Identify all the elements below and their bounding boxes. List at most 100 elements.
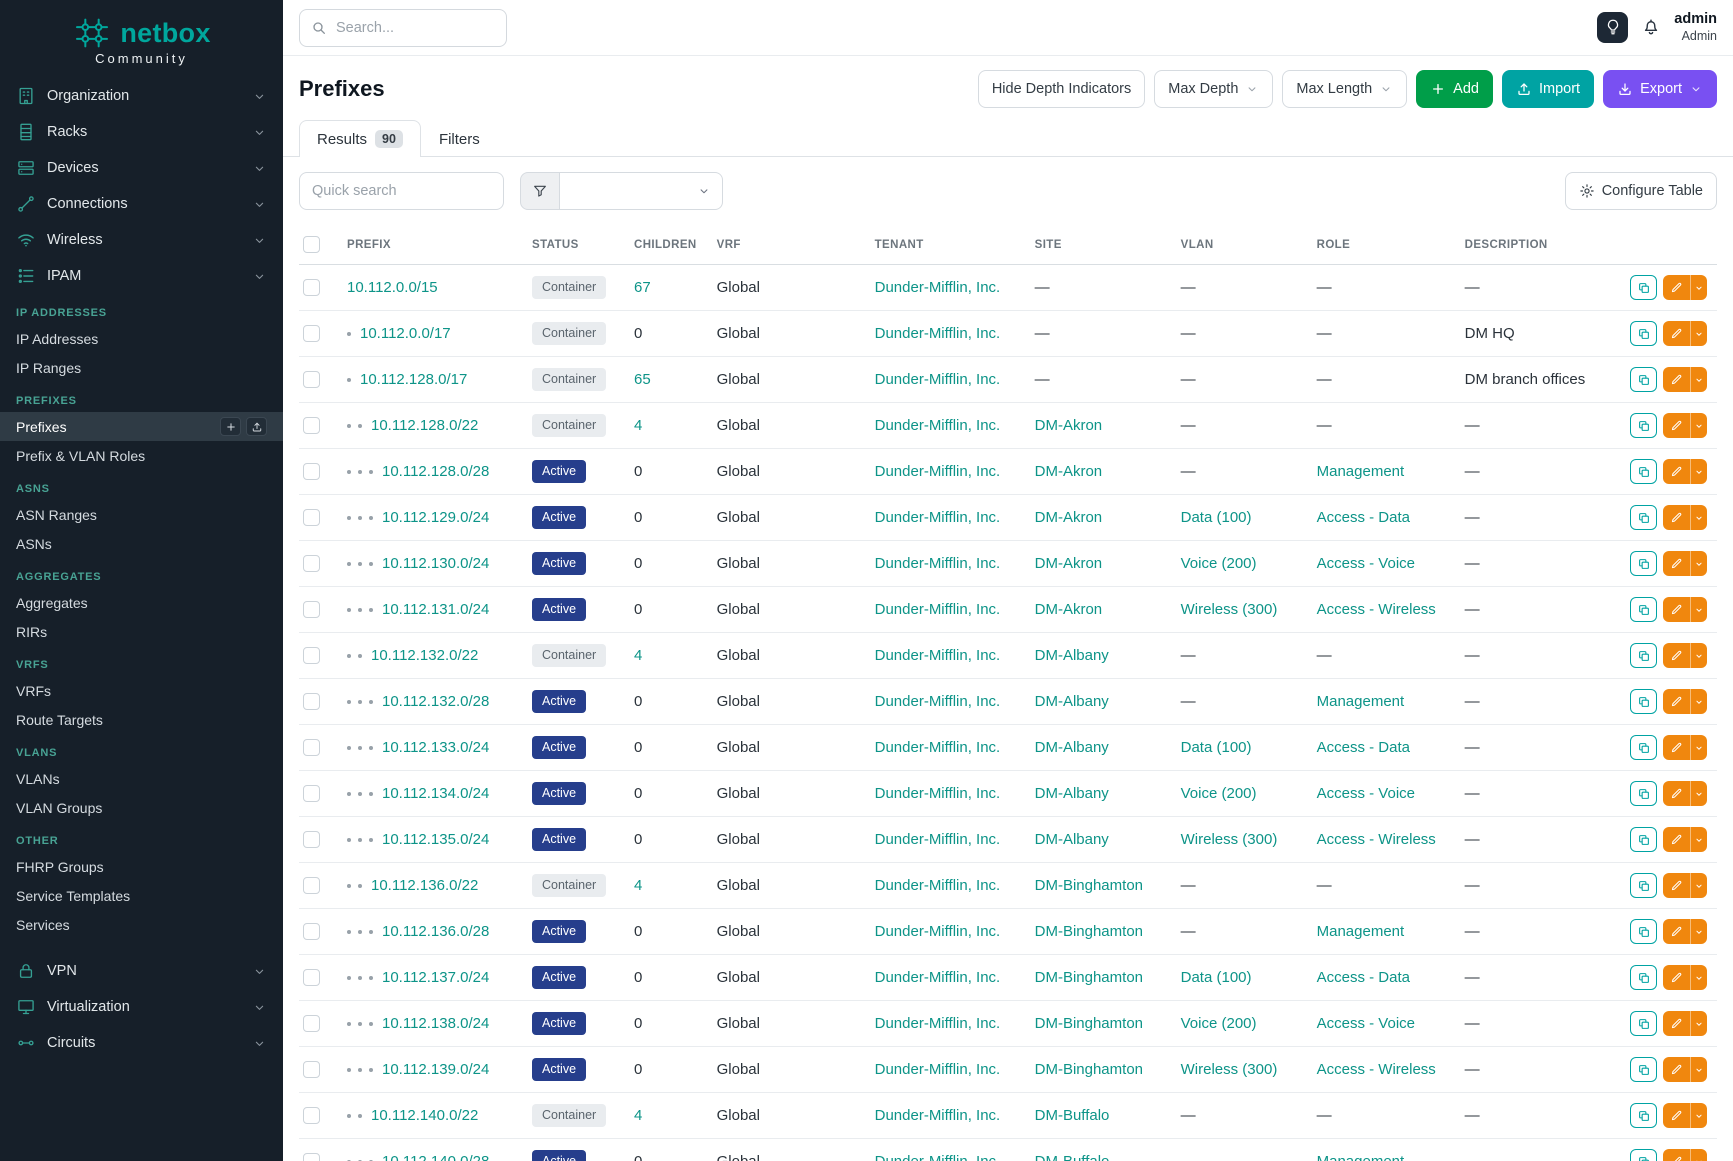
add-button[interactable]: Add bbox=[1416, 70, 1493, 108]
column-header-vlan[interactable]: VLAN bbox=[1171, 225, 1307, 265]
sidebar-item-connections[interactable]: Connections bbox=[0, 186, 283, 222]
vlan-link[interactable]: Voice (200) bbox=[1181, 785, 1257, 802]
edit-button[interactable] bbox=[1663, 1103, 1690, 1128]
site-link[interactable]: DM-Binghamton bbox=[1035, 1061, 1143, 1078]
vlan-link[interactable]: Voice (200) bbox=[1181, 1015, 1257, 1032]
edit-dropdown-button[interactable] bbox=[1690, 459, 1707, 484]
edit-dropdown-button[interactable] bbox=[1690, 781, 1707, 806]
configure-table-button[interactable]: Configure Table bbox=[1565, 172, 1717, 210]
edit-dropdown-button[interactable] bbox=[1690, 505, 1707, 530]
clone-button[interactable] bbox=[1630, 1149, 1657, 1161]
column-header-role[interactable]: ROLE bbox=[1307, 225, 1455, 265]
site-link[interactable]: DM-Akron bbox=[1035, 509, 1103, 526]
clone-button[interactable] bbox=[1630, 919, 1657, 944]
clone-button[interactable] bbox=[1630, 781, 1657, 806]
sidebar-item-racks[interactable]: Racks bbox=[0, 114, 283, 150]
row-checkbox[interactable] bbox=[303, 325, 320, 342]
column-header-description[interactable]: DESCRIPTION bbox=[1455, 225, 1605, 265]
role-link[interactable]: Management bbox=[1317, 463, 1405, 480]
role-link[interactable]: Access - Wireless bbox=[1317, 1061, 1436, 1078]
edit-button[interactable] bbox=[1663, 919, 1690, 944]
tenant-link[interactable]: Dunder-Mifflin, Inc. bbox=[875, 463, 1001, 480]
role-link[interactable]: Management bbox=[1317, 1153, 1405, 1161]
sidebar-item-vpn[interactable]: VPN bbox=[0, 953, 283, 989]
role-link[interactable]: Access - Voice bbox=[1317, 555, 1415, 572]
tenant-link[interactable]: Dunder-Mifflin, Inc. bbox=[875, 785, 1001, 802]
row-checkbox[interactable] bbox=[303, 693, 320, 710]
prefix-link[interactable]: 10.112.138.0/24 bbox=[382, 1015, 489, 1032]
edit-button[interactable] bbox=[1663, 873, 1690, 898]
sidebar-item-fhrp-groups[interactable]: FHRP Groups bbox=[0, 852, 283, 881]
clone-button[interactable] bbox=[1630, 505, 1657, 530]
max-depth-dropdown[interactable]: Max Depth bbox=[1154, 70, 1273, 108]
vlan-link[interactable]: Data (100) bbox=[1181, 969, 1252, 986]
clone-button[interactable] bbox=[1630, 597, 1657, 622]
row-checkbox[interactable] bbox=[303, 1153, 320, 1161]
role-link[interactable]: Management bbox=[1317, 693, 1405, 710]
sidebar-item-aggregates[interactable]: Aggregates bbox=[0, 588, 283, 617]
clone-button[interactable] bbox=[1630, 735, 1657, 760]
prefix-link[interactable]: 10.112.136.0/28 bbox=[382, 923, 489, 940]
site-link[interactable]: DM-Akron bbox=[1035, 555, 1103, 572]
prefix-link[interactable]: 10.112.136.0/22 bbox=[371, 877, 478, 894]
clone-button[interactable] bbox=[1630, 1057, 1657, 1082]
export-button[interactable]: Export bbox=[1603, 70, 1717, 108]
select-all-checkbox[interactable] bbox=[303, 236, 320, 253]
edit-dropdown-button[interactable] bbox=[1690, 1103, 1707, 1128]
sidebar-item-ipam[interactable]: IPAM bbox=[0, 258, 283, 294]
tenant-link[interactable]: Dunder-Mifflin, Inc. bbox=[875, 1107, 1001, 1124]
site-link[interactable]: DM-Albany bbox=[1035, 693, 1109, 710]
site-link[interactable]: DM-Akron bbox=[1035, 463, 1103, 480]
tenant-link[interactable]: Dunder-Mifflin, Inc. bbox=[875, 693, 1001, 710]
column-header-tenant[interactable]: TENANT bbox=[865, 225, 1025, 265]
tenant-link[interactable]: Dunder-Mifflin, Inc. bbox=[875, 371, 1001, 388]
sidebar-item-services[interactable]: Services bbox=[0, 910, 283, 939]
edit-dropdown-button[interactable] bbox=[1690, 689, 1707, 714]
sidebar-item-vlans[interactable]: VLANs bbox=[0, 764, 283, 793]
edit-dropdown-button[interactable] bbox=[1690, 413, 1707, 438]
prefix-link[interactable]: 10.112.132.0/28 bbox=[382, 693, 489, 710]
clone-button[interactable] bbox=[1630, 643, 1657, 668]
clone-button[interactable] bbox=[1630, 1103, 1657, 1128]
role-link[interactable]: Access - Data bbox=[1317, 969, 1410, 986]
tenant-link[interactable]: Dunder-Mifflin, Inc. bbox=[875, 325, 1001, 342]
edit-dropdown-button[interactable] bbox=[1690, 597, 1707, 622]
clone-button[interactable] bbox=[1630, 321, 1657, 346]
sidebar-item-organization[interactable]: Organization bbox=[0, 78, 283, 114]
site-link[interactable]: DM-Buffalo bbox=[1035, 1153, 1110, 1161]
row-checkbox[interactable] bbox=[303, 1107, 320, 1124]
site-link[interactable]: DM-Binghamton bbox=[1035, 1015, 1143, 1032]
children-link[interactable]: 4 bbox=[634, 647, 642, 664]
prefix-link[interactable]: 10.112.134.0/24 bbox=[382, 785, 489, 802]
quick-add-button[interactable] bbox=[220, 417, 241, 436]
edit-button[interactable] bbox=[1663, 321, 1690, 346]
site-link[interactable]: DM-Binghamton bbox=[1035, 877, 1143, 894]
edit-button[interactable] bbox=[1663, 827, 1690, 852]
row-checkbox[interactable] bbox=[303, 601, 320, 618]
sidebar-item-virtualization[interactable]: Virtualization bbox=[0, 989, 283, 1025]
edit-dropdown-button[interactable] bbox=[1690, 551, 1707, 576]
saved-filter-select[interactable] bbox=[560, 172, 723, 210]
max-length-dropdown[interactable]: Max Length bbox=[1282, 70, 1407, 108]
edit-dropdown-button[interactable] bbox=[1690, 827, 1707, 852]
vlan-link[interactable]: Voice (200) bbox=[1181, 555, 1257, 572]
row-checkbox[interactable] bbox=[303, 785, 320, 802]
tenant-link[interactable]: Dunder-Mifflin, Inc. bbox=[875, 279, 1001, 296]
sidebar-item-circuits[interactable]: Circuits bbox=[0, 1025, 283, 1061]
site-link[interactable]: DM-Albany bbox=[1035, 831, 1109, 848]
site-link[interactable]: DM-Binghamton bbox=[1035, 923, 1143, 940]
edit-button[interactable] bbox=[1663, 459, 1690, 484]
site-link[interactable]: DM-Albany bbox=[1035, 739, 1109, 756]
clone-button[interactable] bbox=[1630, 551, 1657, 576]
edit-button[interactable] bbox=[1663, 781, 1690, 806]
clone-button[interactable] bbox=[1630, 459, 1657, 484]
edit-button[interactable] bbox=[1663, 505, 1690, 530]
site-link[interactable]: DM-Binghamton bbox=[1035, 969, 1143, 986]
vlan-link[interactable]: Data (100) bbox=[1181, 739, 1252, 756]
prefix-link[interactable]: 10.112.0.0/15 bbox=[347, 279, 438, 296]
sidebar-item-devices[interactable]: Devices bbox=[0, 150, 283, 186]
column-header-vrf[interactable]: VRF bbox=[707, 225, 865, 265]
row-checkbox[interactable] bbox=[303, 279, 320, 296]
tenant-link[interactable]: Dunder-Mifflin, Inc. bbox=[875, 739, 1001, 756]
sidebar-item-asns[interactable]: ASNs bbox=[0, 529, 283, 558]
